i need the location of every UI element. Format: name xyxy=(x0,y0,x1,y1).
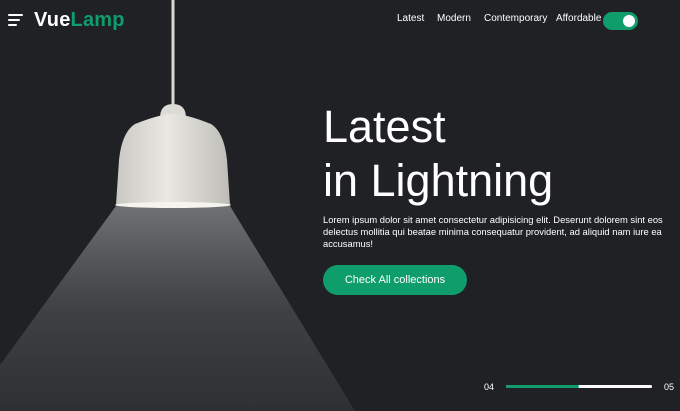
hero-title-line1: Latest xyxy=(323,101,446,152)
toggle-knob xyxy=(623,15,635,27)
light-beam xyxy=(0,206,355,411)
check-collections-button[interactable]: Check All collections xyxy=(323,265,467,295)
lamp-cord xyxy=(171,0,175,106)
nav-link-modern[interactable]: Modern xyxy=(437,13,471,24)
lamp-shade xyxy=(116,114,230,205)
nav-link-latest[interactable]: Latest xyxy=(397,13,424,24)
nav-link-contemporary[interactable]: Contemporary xyxy=(484,13,547,24)
slide-current-number: 04 xyxy=(484,382,495,392)
hamburger-menu-icon[interactable] xyxy=(8,14,24,26)
slide-next-number: 05 xyxy=(664,382,675,392)
hero-section: VueLamp Latest Modern Contemporary Affor… xyxy=(0,0,680,411)
nav-link-affordable[interactable]: Affordable xyxy=(556,13,601,24)
brand-logo-part1: Vue xyxy=(34,9,71,31)
brand-logo-part2: Lamp xyxy=(70,9,125,31)
lamp-rim xyxy=(115,202,231,208)
hero-title-line2: in Lightning xyxy=(323,155,554,206)
theme-toggle[interactable] xyxy=(603,12,638,30)
slide-progress-fill xyxy=(506,385,579,388)
slide-progress-bar[interactable] xyxy=(506,385,652,388)
brand-logo[interactable]: VueLamp xyxy=(34,9,125,32)
hero-description: Lorem ipsum dolor sit amet consectetur a… xyxy=(323,214,663,249)
hero-title: Latest in Lightning xyxy=(323,100,553,208)
